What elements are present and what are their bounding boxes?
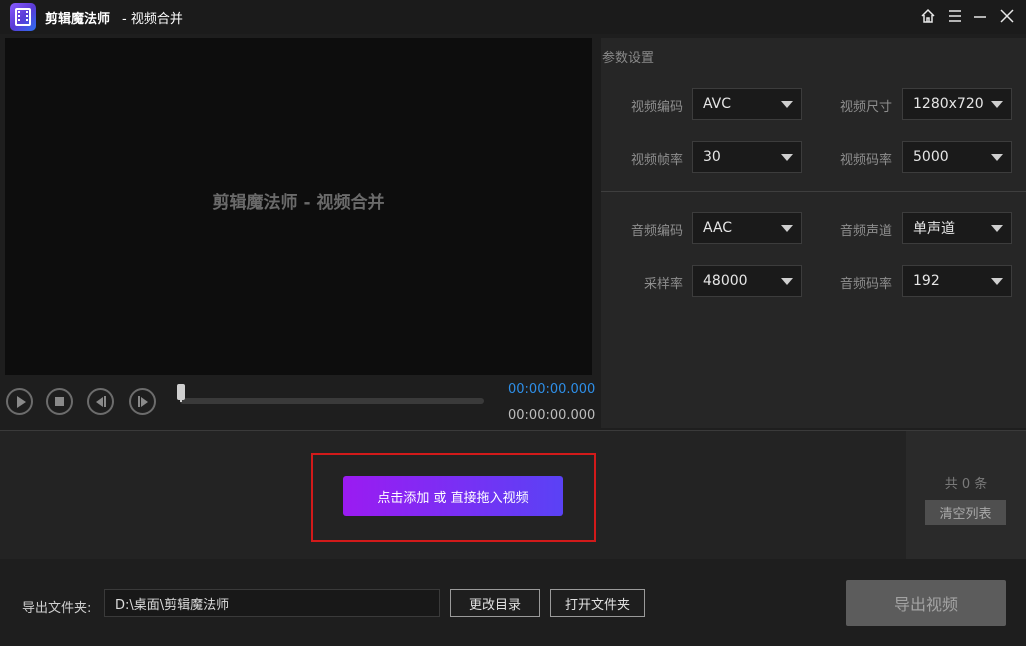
frame-rate-value: 30 (703, 149, 721, 165)
clear-list-button[interactable]: 清空列表 (925, 500, 1006, 525)
chevron-down-icon (781, 101, 793, 108)
audio-bitrate-select[interactable]: 192 (902, 265, 1012, 297)
audio-channel-value: 单声道 (913, 221, 955, 237)
audio-bitrate-label: 音频码率 (839, 277, 892, 292)
seek-bar[interactable] (180, 398, 484, 404)
sample-rate-value: 48000 (703, 273, 748, 289)
video-size-select[interactable]: 1280x720 (902, 88, 1012, 120)
next-frame-icon (137, 396, 148, 407)
sample-rate-label: 采样率 (643, 277, 683, 292)
previous-frame-button[interactable] (87, 388, 114, 415)
list-summary-panel: 共 0 条 清空列表 (906, 430, 1026, 559)
video-bitrate-label: 视频码率 (839, 153, 892, 168)
chevron-down-icon (991, 278, 1003, 285)
video-size-value: 1280x720 (913, 96, 984, 112)
minimize-icon[interactable] (969, 5, 991, 27)
app-subtitle: - 视频合并 (122, 12, 183, 27)
audio-codec-label: 音频编码 (630, 224, 683, 239)
audio-bitrate-value: 192 (913, 273, 940, 289)
output-bar: 导出文件夹: D:\桌面\剪辑魔法师 更改目录 打开文件夹 导出视频 (0, 559, 1026, 646)
video-count: 共 0 条 (944, 477, 988, 492)
audio-channel-select[interactable]: 单声道 (902, 212, 1012, 244)
settings-title: 参数设置 (602, 51, 655, 66)
video-size-label: 视频尺寸 (839, 100, 892, 115)
audio-channel-label: 音频声道 (839, 224, 892, 239)
chevron-down-icon (781, 225, 793, 232)
play-button[interactable] (6, 388, 33, 415)
video-codec-label: 视频编码 (630, 100, 683, 115)
video-codec-select[interactable]: AVC (692, 88, 802, 120)
app-title: 剪辑魔法师 (45, 12, 111, 27)
current-time: 00:00:00.000 (508, 382, 596, 397)
total-time: 00:00:00.000 (508, 408, 596, 423)
menu-icon[interactable] (944, 5, 966, 27)
next-frame-button[interactable] (129, 388, 156, 415)
title-bar: 剪辑魔法师 - 视频合并 (0, 0, 1026, 34)
open-folder-button[interactable]: 打开文件夹 (550, 589, 645, 617)
settings-divider (601, 191, 1026, 192)
output-folder-label: 导出文件夹: (22, 601, 92, 616)
video-drop-area[interactable]: 点击添加 或 直接拖入视频 (0, 430, 906, 559)
seek-handle[interactable] (177, 384, 185, 402)
settings-panel: 参数设置 视频编码 AVC 视频尺寸 1280x720 视频帧率 30 视频码率… (601, 38, 1026, 428)
video-bitrate-value: 5000 (913, 149, 949, 165)
change-directory-button[interactable]: 更改目录 (450, 589, 540, 617)
audio-codec-select[interactable]: AAC (692, 212, 802, 244)
chevron-down-icon (991, 101, 1003, 108)
app-logo-icon (10, 3, 36, 31)
chevron-down-icon (781, 154, 793, 161)
frame-rate-select[interactable]: 30 (692, 141, 802, 173)
chevron-down-icon (991, 225, 1003, 232)
add-video-button[interactable]: 点击添加 或 直接拖入视频 (343, 476, 563, 516)
chevron-down-icon (781, 278, 793, 285)
home-icon[interactable] (917, 5, 939, 27)
previous-frame-icon (95, 396, 106, 407)
frame-rate-label: 视频帧率 (630, 153, 683, 168)
sample-rate-select[interactable]: 48000 (692, 265, 802, 297)
chevron-down-icon (991, 154, 1003, 161)
preview-placeholder: 剪辑魔法师 - 视频合并 (212, 192, 385, 213)
player-controls: 00:00:00.000 00:00:00.000 (0, 376, 600, 428)
video-bitrate-select[interactable]: 5000 (902, 141, 1012, 173)
stop-icon (55, 397, 64, 406)
play-icon (16, 395, 26, 408)
video-preview: 剪辑魔法师 - 视频合并 (5, 38, 592, 375)
stop-button[interactable] (46, 388, 73, 415)
close-icon[interactable] (996, 5, 1018, 27)
export-video-button[interactable]: 导出视频 (846, 580, 1006, 626)
output-folder-field[interactable]: D:\桌面\剪辑魔法师 (104, 589, 440, 617)
video-codec-value: AVC (703, 96, 732, 112)
audio-codec-value: AAC (703, 220, 733, 236)
